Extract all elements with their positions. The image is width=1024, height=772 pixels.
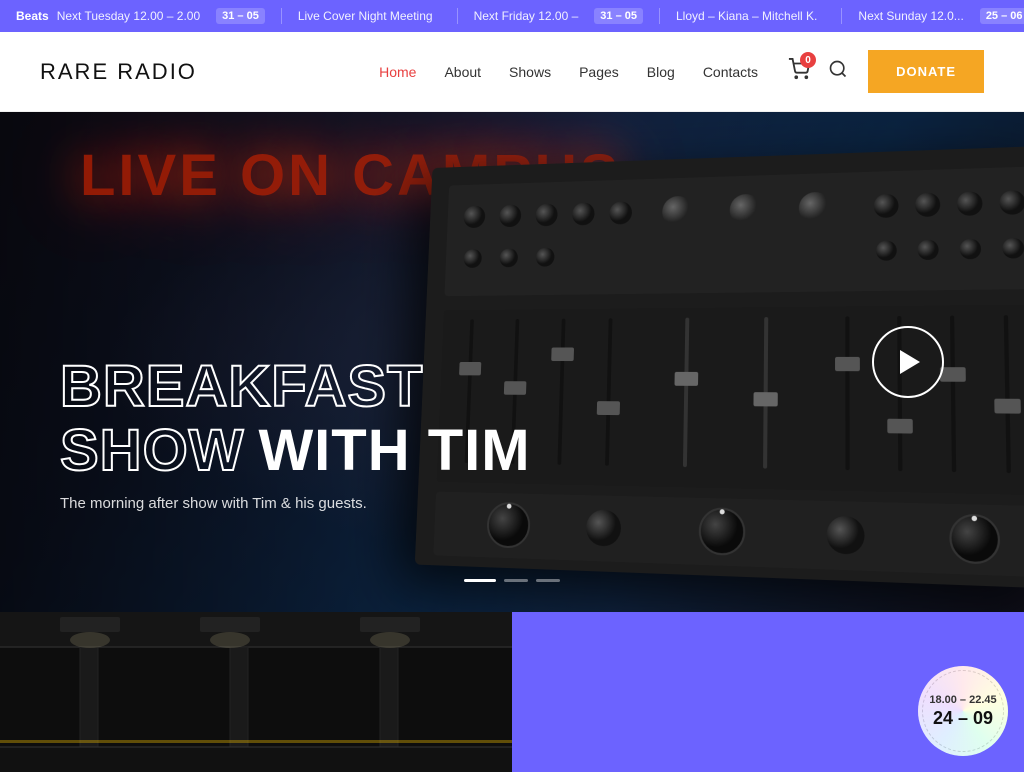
badge-inner: 18.00 – 22.45 24 – 09 [929, 693, 996, 728]
logo-part2: RADIO [117, 59, 197, 84]
logo[interactable]: RARE RADIO [40, 59, 197, 85]
search-icon [828, 59, 848, 79]
ticker-show-5: Next Sunday 12.0... [858, 9, 963, 23]
hero-show-text: SHOW [60, 419, 244, 483]
ticker-item-5: Next Sunday 12.0... 25 – 06 [842, 8, 1024, 24]
ticker-item-2: Live Cover Night Meeting [282, 8, 458, 24]
hero-subtitle: The morning after show with Tim & his gu… [60, 495, 531, 512]
donate-button[interactable]: DONATE [868, 50, 984, 93]
cart-button[interactable]: 0 [788, 58, 810, 85]
badge-date: 24 – 09 [933, 708, 993, 729]
bottom-dark-image [0, 612, 512, 772]
nav-pages[interactable]: Pages [579, 64, 619, 80]
hero-title-filled-line: SHOW WITH TIM [60, 419, 531, 483]
ticker-date-1: 31 – 05 [216, 8, 265, 24]
header: RARE RADIO Home About Shows Pages Blog C… [0, 32, 1024, 112]
play-button[interactable] [872, 326, 944, 398]
ticker-date-3: 31 – 05 [594, 8, 643, 24]
logo-part1: RARE [40, 59, 109, 84]
bottom-dark-svg [0, 612, 512, 772]
main-nav: Home About Shows Pages Blog Contacts [379, 64, 758, 80]
play-icon [900, 350, 920, 374]
bottom-purple-panel: 18.00 – 22.45 24 – 09 [512, 612, 1024, 772]
ticker-item-4: Lloyd – Kiana – Mitchell K. [660, 8, 842, 24]
nav-about[interactable]: About [444, 64, 481, 80]
ticker-inner: Beats Next Tuesday 12.00 – 2.00 31 – 05 … [0, 8, 1024, 24]
hero-title-outline: BREAKFAST [60, 355, 531, 419]
hero-content: BREAKFAST SHOW WITH TIM The morning afte… [60, 355, 531, 512]
slider-dots [464, 579, 560, 582]
slider-dot-2[interactable] [504, 579, 528, 582]
header-icons: 0 [788, 58, 848, 85]
nav-shows[interactable]: Shows [509, 64, 551, 80]
slider-dot-3[interactable] [536, 579, 560, 582]
hero-section: LIVE ON CAMPUS BREAKFAST SHOW WITH TIM T… [0, 112, 1024, 612]
hero-with-tim-text: WITH TIM [258, 419, 530, 483]
nav-home[interactable]: Home [379, 64, 416, 80]
ticker-show-3: Next Friday 12.00 – [474, 9, 579, 23]
ticker-label-1: Beats [16, 9, 49, 23]
slider-dot-1[interactable] [464, 579, 496, 582]
ticker-show-1: Next Tuesday 12.00 – 2.00 [57, 9, 200, 23]
cart-badge: 0 [800, 52, 816, 68]
bottom-section: 18.00 – 22.45 24 – 09 [0, 612, 1024, 772]
ticker-bar: Beats Next Tuesday 12.00 – 2.00 31 – 05 … [0, 0, 1024, 32]
ticker-item-3: Next Friday 12.00 – 31 – 05 [458, 8, 660, 24]
badge-time: 18.00 – 22.45 [929, 693, 996, 707]
search-button[interactable] [828, 59, 848, 84]
ticker-date-5: 25 – 06 [980, 8, 1024, 24]
ticker-show-2: Live Cover Night Meeting [298, 9, 433, 23]
ticker-show-4: Lloyd – Kiana – Mitchell K. [676, 9, 817, 23]
ticker-item-1: Beats Next Tuesday 12.00 – 2.00 31 – 05 [0, 8, 282, 24]
time-badge: 18.00 – 22.45 24 – 09 [918, 666, 1008, 756]
nav-contacts[interactable]: Contacts [703, 64, 758, 80]
nav-blog[interactable]: Blog [647, 64, 675, 80]
bottom-dark-panel [0, 612, 512, 772]
